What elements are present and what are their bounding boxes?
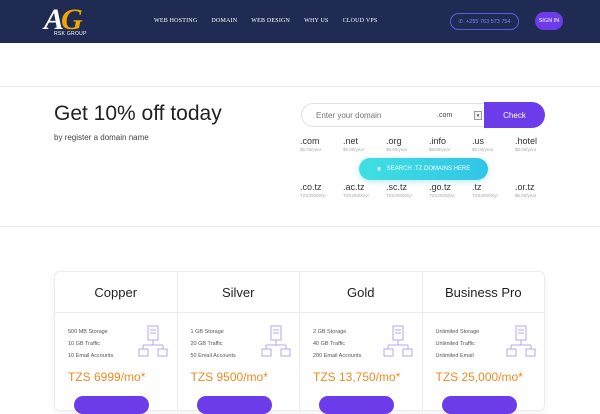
domain-search-input[interactable]: [301, 103, 434, 127]
plan-feature: Unlimited Traffic: [435, 341, 475, 347]
plan-order-button[interactable]: [196, 396, 272, 414]
plan-price: TZS 25,000/mo*: [435, 370, 523, 384]
phone-icon: ✆: [458, 18, 464, 25]
phone-button[interactable]: ✆ +255 763 573 754: [450, 13, 519, 30]
nav-web-design[interactable]: WEB DESIGN: [251, 18, 290, 24]
plan-card-gold: Gold 2 GB Storage 40 GB Traffic 200 Emai…: [300, 272, 423, 414]
plan-price: TZS 9500/mo*: [190, 370, 268, 384]
plan-order-button[interactable]: [319, 396, 394, 414]
leaf-icon: ❦: [376, 166, 382, 173]
search-tz-label: SEARCH .TZ DOMAINS HERE: [386, 166, 471, 172]
server-network-icon: [506, 325, 535, 357]
pricing-plans: Copper 500 MB Storage 10 GB Traffic 10 E…: [54, 271, 545, 414]
section-divider: [0, 86, 600, 87]
promo-subtitle: by register a domain name: [54, 133, 149, 142]
nav-why-us[interactable]: WHY US: [304, 18, 328, 24]
plan-feature: 1 GB Storage: [190, 329, 224, 335]
plan-card-silver: Silver 1 GB Storage 20 GB Traffic 50 Ema…: [177, 272, 300, 414]
plan-order-button[interactable]: [441, 396, 517, 414]
server-network-icon: [138, 325, 168, 357]
tld-item[interactable]: .info $5.00/year: [429, 136, 469, 152]
select-arrow-icon: ▾: [474, 111, 482, 120]
plan-card-business-pro: Business Pro Unlimited Storage Unlimited…: [422, 272, 544, 414]
plan-divider: [177, 312, 299, 313]
tld-item[interactable]: .net $5.00/year: [343, 136, 383, 152]
plan-divider: [55, 312, 177, 313]
plan-feature: 2 GB Storage: [313, 329, 347, 335]
tld-item[interactable]: .or.tz $5.00/year: [515, 182, 555, 198]
main-nav: WEB HOSTING DOMAIN WEB DESIGN WHY US CLO…: [154, 18, 391, 24]
tld-item[interactable]: .co.tz TZS25000/yr: [300, 182, 340, 198]
plan-name: Gold: [347, 285, 375, 300]
server-network-icon: [383, 325, 413, 357]
plan-divider: [300, 312, 422, 313]
logo[interactable]: AG RSK GROUP: [44, 3, 92, 39]
plan-name: Copper: [94, 285, 138, 300]
tld-item[interactable]: .tz TZS25000/yr: [472, 182, 512, 198]
plan-feature: 500 MB Storage: [68, 329, 108, 335]
tld-item[interactable]: .sc.tz TZS25000/yr: [386, 182, 426, 198]
nav-cloud-vps[interactable]: CLOUD VPS: [343, 18, 378, 24]
plan-feature: 200 Email Accounts: [313, 353, 362, 359]
plan-divider: [422, 312, 544, 313]
logo-tagline: RSK GROUP: [54, 31, 87, 37]
server-network-icon: [261, 325, 290, 357]
nav-web-hosting[interactable]: WEB HOSTING: [154, 18, 197, 24]
plan-name: Silver: [221, 285, 255, 300]
plan-price: TZS 6999/mo*: [68, 370, 146, 384]
tld-item[interactable]: .us $5.00/year: [472, 136, 512, 152]
tld-item[interactable]: .go.tz TZS25000/yr: [429, 182, 469, 198]
plan-feature: Unlimited Storage: [435, 329, 480, 335]
plan-feature: 20 GB Traffic: [190, 341, 223, 347]
plan-price: TZS 13,750/mo*: [313, 370, 401, 384]
tld-item[interactable]: .ac.tz TZS25000/yr: [343, 182, 383, 198]
plan-feature: 10 GB Traffic: [68, 341, 100, 347]
plan-order-button[interactable]: [74, 396, 149, 414]
tld-select-value: .com: [437, 111, 453, 119]
top-navbar: AG RSK GROUP WEB HOSTING DOMAIN WEB DESI…: [0, 0, 600, 43]
plan-feature: 40 GB Traffic: [313, 341, 345, 347]
plan-name: Business Pro: [444, 285, 522, 300]
search-tz-domains-button[interactable]: ❦ SEARCH .TZ DOMAINS HERE: [359, 158, 488, 180]
promo-title: Get 10% off today: [54, 102, 222, 125]
check-button[interactable]: Check: [484, 102, 545, 128]
tld-item[interactable]: .hotel $5.00/year: [515, 136, 555, 152]
signin-button[interactable]: SIGN IN: [535, 12, 563, 30]
tld-select[interactable]: .com ▾: [434, 103, 485, 127]
plan-feature: 10 Email Accounts: [68, 353, 114, 359]
plan-feature: Unlimited Email: [435, 353, 474, 359]
plan-card-copper: Copper 500 MB Storage 10 GB Traffic 10 E…: [55, 272, 178, 414]
tld-item[interactable]: .com $5.00/year: [300, 136, 340, 152]
plan-feature: 50 Email Accounts: [190, 353, 236, 359]
section-divider: [0, 226, 600, 227]
tld-item[interactable]: .org $5.00/year: [386, 136, 426, 152]
phone-number: +255 763 573 754: [466, 18, 511, 25]
nav-domain[interactable]: DOMAIN: [211, 18, 237, 24]
